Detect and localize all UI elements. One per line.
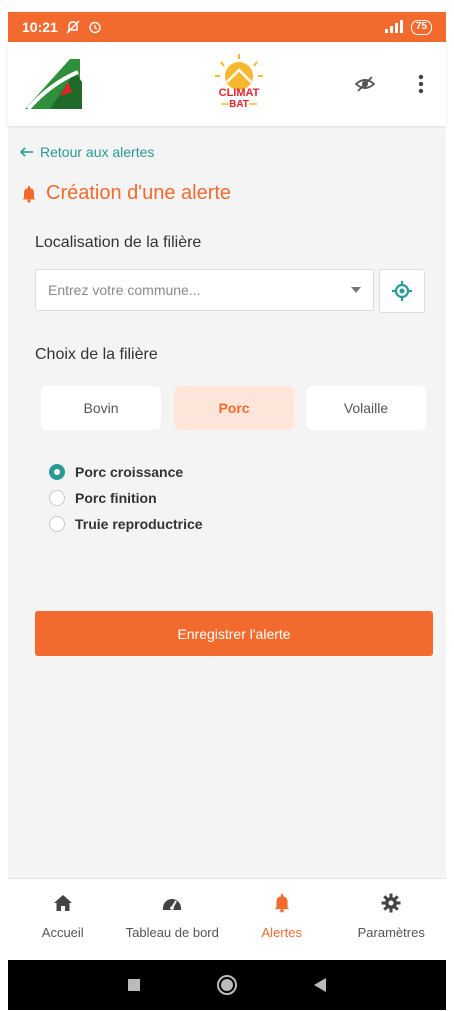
alarm-icon xyxy=(89,21,101,34)
nav-item-alertes[interactable]: Alertes xyxy=(227,879,337,940)
page-title-text: Création d'une alerte xyxy=(46,182,232,204)
battery-icon: 75 xyxy=(410,19,432,35)
location-label: Localisation de la filière xyxy=(35,234,202,251)
home-icon xyxy=(53,895,72,911)
status-bar: 10:21 75 xyxy=(8,12,446,42)
nav-label: Paramètres xyxy=(357,925,425,940)
nav-label: Accueil xyxy=(41,925,84,940)
app-header: CLIMAT BAT xyxy=(8,42,446,126)
app-logo-left[interactable] xyxy=(20,54,90,114)
back-link-label: Retour aux alertes xyxy=(40,144,155,160)
nav-item-accueil[interactable]: Accueil xyxy=(8,879,118,940)
status-right: 75 xyxy=(383,19,432,35)
status-time: 10:21 xyxy=(22,19,58,35)
header-actions xyxy=(352,71,434,97)
more-vert-icon xyxy=(418,74,424,94)
commune-placeholder: Entrez votre commune... xyxy=(48,282,201,298)
system-nav-bar xyxy=(8,960,446,1010)
nav-item-tableau-de-bord[interactable]: Tableau de bord xyxy=(118,879,228,940)
nav-label: Alertes xyxy=(261,925,302,940)
radio-label: Porc finition xyxy=(75,490,157,506)
battery-level: 75 xyxy=(415,21,427,32)
home-system-button[interactable] xyxy=(215,973,239,997)
more-options-button[interactable] xyxy=(408,71,434,97)
radio-button-checked[interactable] xyxy=(49,464,65,480)
eye-off-icon xyxy=(354,76,376,92)
visibility-toggle-button[interactable] xyxy=(352,71,378,97)
back-system-button[interactable] xyxy=(308,973,332,997)
radio-label: Porc croissance xyxy=(75,464,184,480)
filiere-option-volaille[interactable]: Volaille xyxy=(306,386,426,430)
radio-button[interactable] xyxy=(49,490,65,506)
radio-button[interactable] xyxy=(49,516,65,532)
main-content: Retour aux alertes Création d'une alerte… xyxy=(8,128,446,878)
logo-text-climat: CLIMAT xyxy=(219,87,260,99)
crosshair-icon xyxy=(392,281,412,301)
radio-porc-croissance[interactable]: Porc croissance xyxy=(49,459,203,485)
dashboard-icon xyxy=(163,899,182,910)
signal-icon xyxy=(384,20,403,33)
filiere-option-bovin[interactable]: Bovin xyxy=(41,386,161,430)
commune-select[interactable]: Entrez votre commune... xyxy=(35,269,374,311)
filiere-label: Choix de la filière xyxy=(35,346,158,363)
climat-bat-logo: CLIMAT BAT xyxy=(215,54,263,110)
circle-icon xyxy=(216,975,237,995)
filiere-option-porc[interactable]: Porc xyxy=(174,386,294,430)
back-to-alerts-link[interactable]: Retour aux alertes xyxy=(20,144,154,160)
sub-filiere-radio-group: Porc croissance Porc finition Truie repr… xyxy=(49,459,203,537)
bottom-nav: Accueil Tableau de bord Alertes Paramètr… xyxy=(8,878,446,960)
bell-icon xyxy=(274,894,289,913)
recent-apps-button[interactable] xyxy=(122,973,146,997)
gear-icon xyxy=(381,893,401,913)
radio-porc-finition[interactable]: Porc finition xyxy=(49,485,203,511)
radio-label: Truie reproductrice xyxy=(75,516,203,532)
chevron-down-icon xyxy=(351,287,361,293)
status-left: 10:21 xyxy=(22,19,102,35)
nav-item-parametres[interactable]: Paramètres xyxy=(337,879,447,940)
square-icon xyxy=(128,979,141,991)
arrow-left-icon xyxy=(20,147,33,157)
nav-label: Tableau de bord xyxy=(125,925,219,940)
triangle-back-icon xyxy=(313,978,326,992)
bell-icon xyxy=(22,185,36,203)
radio-truie-reproductrice[interactable]: Truie reproductrice xyxy=(49,511,203,537)
locate-me-button[interactable] xyxy=(379,269,425,313)
save-alert-button[interactable]: Enregistrer l'alerte xyxy=(35,611,433,656)
logo-text-bat: BAT xyxy=(229,99,249,110)
mute-icon xyxy=(66,20,80,34)
page-title: Création d'une alerte xyxy=(20,182,231,205)
